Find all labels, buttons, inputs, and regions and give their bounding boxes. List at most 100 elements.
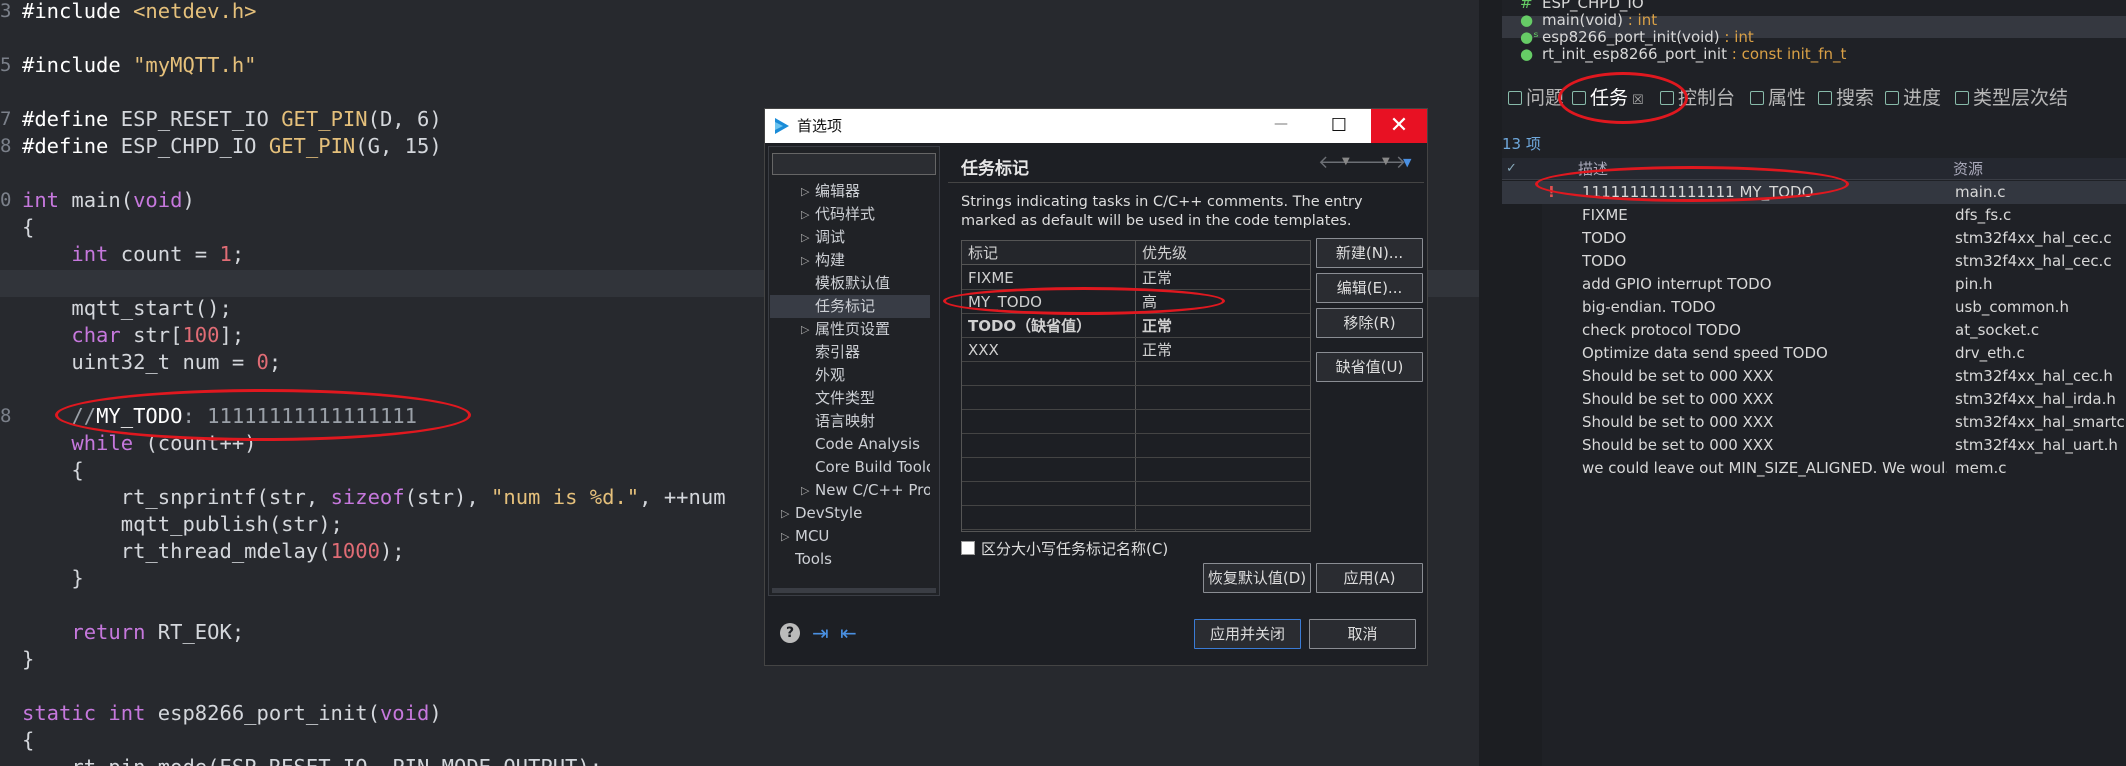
code-line[interactable]: { — [22, 727, 34, 754]
expand-chevron-icon[interactable]: ▷ — [801, 203, 809, 226]
outline-item[interactable]: ● rt_init_esp8266_port_init : const init_… — [1520, 43, 1846, 65]
nav-item[interactable]: MCU — [795, 525, 930, 548]
code-line[interactable]: mqtt_publish(str); — [22, 511, 343, 538]
tab-type-hierarchy[interactable]: 类型层次结 — [1955, 84, 2068, 112]
remove-tag-button[interactable]: 移除(R) — [1316, 308, 1423, 338]
task-description[interactable]: add GPIO interrupt TODO — [1582, 273, 1947, 296]
task-description[interactable]: big-endian. TODO — [1582, 296, 1947, 319]
tab-problems[interactable]: 问题 — [1508, 84, 1564, 112]
tag-row[interactable] — [962, 338, 1310, 362]
code-line[interactable]: } — [22, 646, 34, 673]
tag-row[interactable] — [962, 458, 1310, 482]
header-check-icon[interactable]: ✓ — [1506, 158, 1517, 180]
nav-item[interactable]: 外观 — [815, 364, 930, 387]
nav-item[interactable]: Tools — [795, 548, 930, 571]
case-sensitive-checkbox[interactable] — [961, 541, 975, 555]
code-line[interactable]: int count = 1; — [22, 241, 244, 268]
tag-row[interactable] — [962, 506, 1310, 530]
nav-item[interactable]: Code Analysis — [815, 433, 930, 456]
expand-chevron-icon[interactable]: ▷ — [781, 502, 789, 525]
task-description[interactable]: we could leave out MIN_SIZE_ALIGNED. We … — [1582, 457, 1947, 480]
nav-item[interactable]: 代码样式 — [815, 203, 930, 226]
expand-chevron-icon[interactable]: ▷ — [801, 180, 809, 203]
task-description[interactable]: Should be set to 000 XXX — [1582, 388, 1947, 411]
code-line[interactable]: static int esp8266_port_init(void) — [22, 700, 442, 727]
expand-chevron-icon[interactable]: ▷ — [781, 525, 789, 548]
task-description[interactable]: FIXME — [1582, 204, 1947, 227]
edit-tag-button[interactable]: 编辑(E)... — [1316, 273, 1423, 303]
task-resource[interactable]: stm32f4xx_hal_cec.c — [1955, 250, 2125, 273]
help-icon[interactable]: ? — [780, 623, 800, 643]
nav-item[interactable]: 构建 — [815, 249, 930, 272]
tag-row[interactable] — [962, 482, 1310, 506]
tree-hscroll[interactable] — [772, 588, 936, 593]
expand-chevron-icon[interactable]: ▷ — [801, 249, 809, 272]
default-tag-button[interactable]: 缺省值(U) — [1316, 352, 1423, 382]
import-icon[interactable]: ⇥ — [812, 621, 829, 645]
task-resource[interactable]: stm32f4xx_hal_smartcard — [1955, 411, 2125, 434]
nav-item[interactable]: 任务标记 — [815, 295, 930, 318]
preferences-filter-input[interactable] — [772, 153, 936, 175]
code-line[interactable]: rt_snprintf(str, sizeof(str), "num is %d… — [22, 484, 726, 511]
task-description[interactable]: Should be set to 000 XXX — [1582, 365, 1947, 388]
task-description[interactable]: Optimize data send speed TODO — [1582, 342, 1947, 365]
nav-item[interactable]: 属性页设置 — [815, 318, 930, 341]
task-description[interactable]: Should be set to 000 XXX — [1582, 411, 1947, 434]
code-line[interactable]: return RT_EOK; — [22, 619, 244, 646]
export-icon[interactable]: ⇤ — [840, 621, 857, 645]
nav-item[interactable]: Core Build Toolch — [815, 456, 930, 479]
task-resource[interactable]: usb_common.h — [1955, 296, 2125, 319]
task-resource[interactable]: stm32f4xx_hal_irda.h — [1955, 388, 2125, 411]
code-line[interactable]: #define ESP_RESET_IO GET_PIN(D, 6) — [22, 106, 442, 133]
code-line[interactable]: } — [22, 565, 83, 592]
restore-defaults-button[interactable]: 恢复默认值(D) — [1203, 563, 1311, 593]
expand-chevron-icon[interactable]: ▷ — [801, 479, 809, 502]
tab-progress[interactable]: 进度 — [1885, 84, 1941, 112]
nav-item[interactable]: 调试 — [815, 226, 930, 249]
code-line[interactable]: { — [22, 214, 34, 241]
task-resource[interactable]: stm32f4xx_hal_uart.h — [1955, 434, 2125, 457]
nav-item[interactable]: New C/C++ Proj — [815, 479, 930, 502]
forward-menu-chevron-icon[interactable]: ▼ — [1382, 156, 1390, 167]
tag-row[interactable] — [962, 410, 1310, 434]
task-resource[interactable]: pin.h — [1955, 273, 2125, 296]
view-menu-icon[interactable]: ▼ — [1403, 156, 1411, 169]
nav-item[interactable]: 索引器 — [815, 341, 930, 364]
tab-properties[interactable]: 属性 — [1750, 84, 1806, 112]
code-line[interactable]: char str[100]; — [22, 322, 244, 349]
task-resource[interactable]: at_socket.c — [1955, 319, 2125, 342]
code-line[interactable]: int main(void) — [22, 187, 195, 214]
task-description[interactable]: Should be set to 000 XXX — [1582, 434, 1947, 457]
code-line[interactable]: mqtt_start(); — [22, 295, 231, 322]
nav-item[interactable]: 模板默认值 — [815, 272, 930, 295]
code-line[interactable]: { — [22, 457, 83, 484]
apply-button[interactable]: 应用(A) — [1316, 563, 1423, 593]
code-line[interactable]: #include "myMQTT.h" — [22, 52, 257, 79]
nav-item[interactable]: 编辑器 — [815, 180, 930, 203]
col-resource[interactable]: 资源 — [1953, 158, 1983, 180]
expand-chevron-icon[interactable]: ▷ — [801, 226, 809, 249]
code-line[interactable]: #include <netdev.h> — [22, 0, 257, 25]
task-resource[interactable]: stm32f4xx_hal_cec.c — [1955, 227, 2125, 250]
nav-item[interactable]: 文件类型 — [815, 387, 930, 410]
task-resource[interactable]: stm32f4xx_hal_cec.h — [1955, 365, 2125, 388]
nav-item[interactable]: 语言映射 — [815, 410, 930, 433]
tag-row[interactable] — [962, 266, 1310, 290]
minimize-button[interactable]: — — [1266, 109, 1296, 143]
task-resource[interactable]: drv_eth.c — [1955, 342, 2125, 365]
col-tag[interactable]: 标记 — [968, 241, 998, 265]
tag-row[interactable] — [962, 386, 1310, 410]
nav-item[interactable]: DevStyle — [795, 502, 930, 525]
code-line[interactable]: rt_pin_mode(ESP_RESET_IO, PIN_MODE_OUTPU… — [22, 754, 602, 766]
code-line[interactable]: #define ESP_CHPD_IO GET_PIN(G, 15) — [22, 133, 442, 160]
apply-and-close-button[interactable]: 应用并关闭 — [1194, 619, 1301, 649]
task-description[interactable]: TODO — [1582, 227, 1947, 250]
close-button[interactable]: ✕ — [1371, 109, 1427, 143]
tag-row[interactable] — [962, 362, 1310, 386]
tab-search[interactable]: 搜索 — [1818, 84, 1874, 112]
pane-splitter[interactable] — [1479, 0, 1502, 766]
back-menu-chevron-icon[interactable]: ▼ — [1342, 156, 1350, 167]
cancel-button[interactable]: 取消 — [1309, 619, 1416, 649]
tag-row[interactable] — [962, 434, 1310, 458]
col-priority[interactable]: 优先级 — [1142, 241, 1187, 265]
